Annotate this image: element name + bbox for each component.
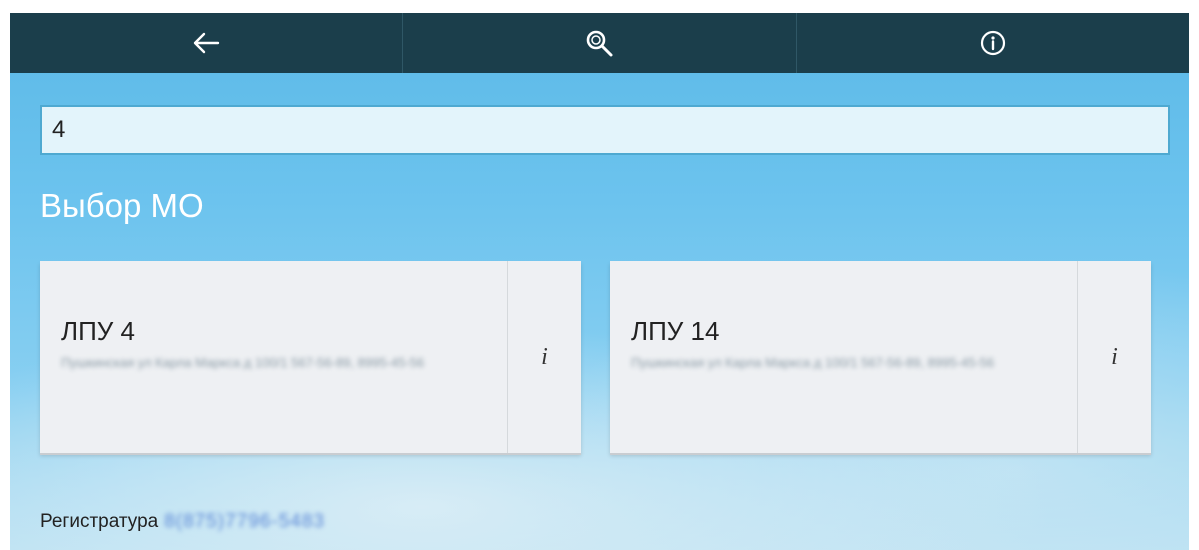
mo-card-body[interactable]: ЛПУ 4 Пушкинская ул Карла Маркса д 100/1… [40,261,507,453]
mo-card-title: ЛПУ 14 [631,316,720,346]
top-toolbar [10,13,1189,73]
arrow-left-icon [193,32,220,54]
search-input[interactable] [40,105,1170,155]
mo-card-info-button[interactable]: i [1077,261,1151,453]
mo-card-2[interactable]: ЛПУ 14 Пушкинская ул Карла Маркса д 100/… [610,261,1151,453]
info-i-icon: i [1111,343,1118,370]
mo-card-info-button[interactable]: i [507,261,581,453]
mo-card-title: ЛПУ 4 [61,316,135,346]
mo-card-address: Пушкинская ул Карла Маркса д 100/1 567-5… [631,355,995,370]
page-title: Выбор МО [40,187,204,224]
search-button[interactable] [403,13,797,73]
info-circle-icon [980,30,1005,56]
registry-footer: Регистратура 8(875)7796-5483 [40,511,325,533]
info-i-icon: i [541,343,548,370]
mo-card-1[interactable]: ЛПУ 4 Пушкинская ул Карла Маркса д 100/1… [40,261,581,453]
back-button[interactable] [10,13,404,73]
app-frame: Выбор МО ЛПУ 4 Пушкинская ул Карла Маркс… [10,13,1189,550]
info-button[interactable] [797,13,1189,73]
registry-phone[interactable]: 8(875)7796-5483 [164,511,325,533]
registry-label: Регистратура [40,511,159,532]
mo-card-address: Пушкинская ул Карла Маркса д 100/1 567-5… [61,355,425,370]
mo-card-body[interactable]: ЛПУ 14 Пушкинская ул Карла Маркса д 100/… [610,261,1077,453]
search-icon [587,30,613,57]
